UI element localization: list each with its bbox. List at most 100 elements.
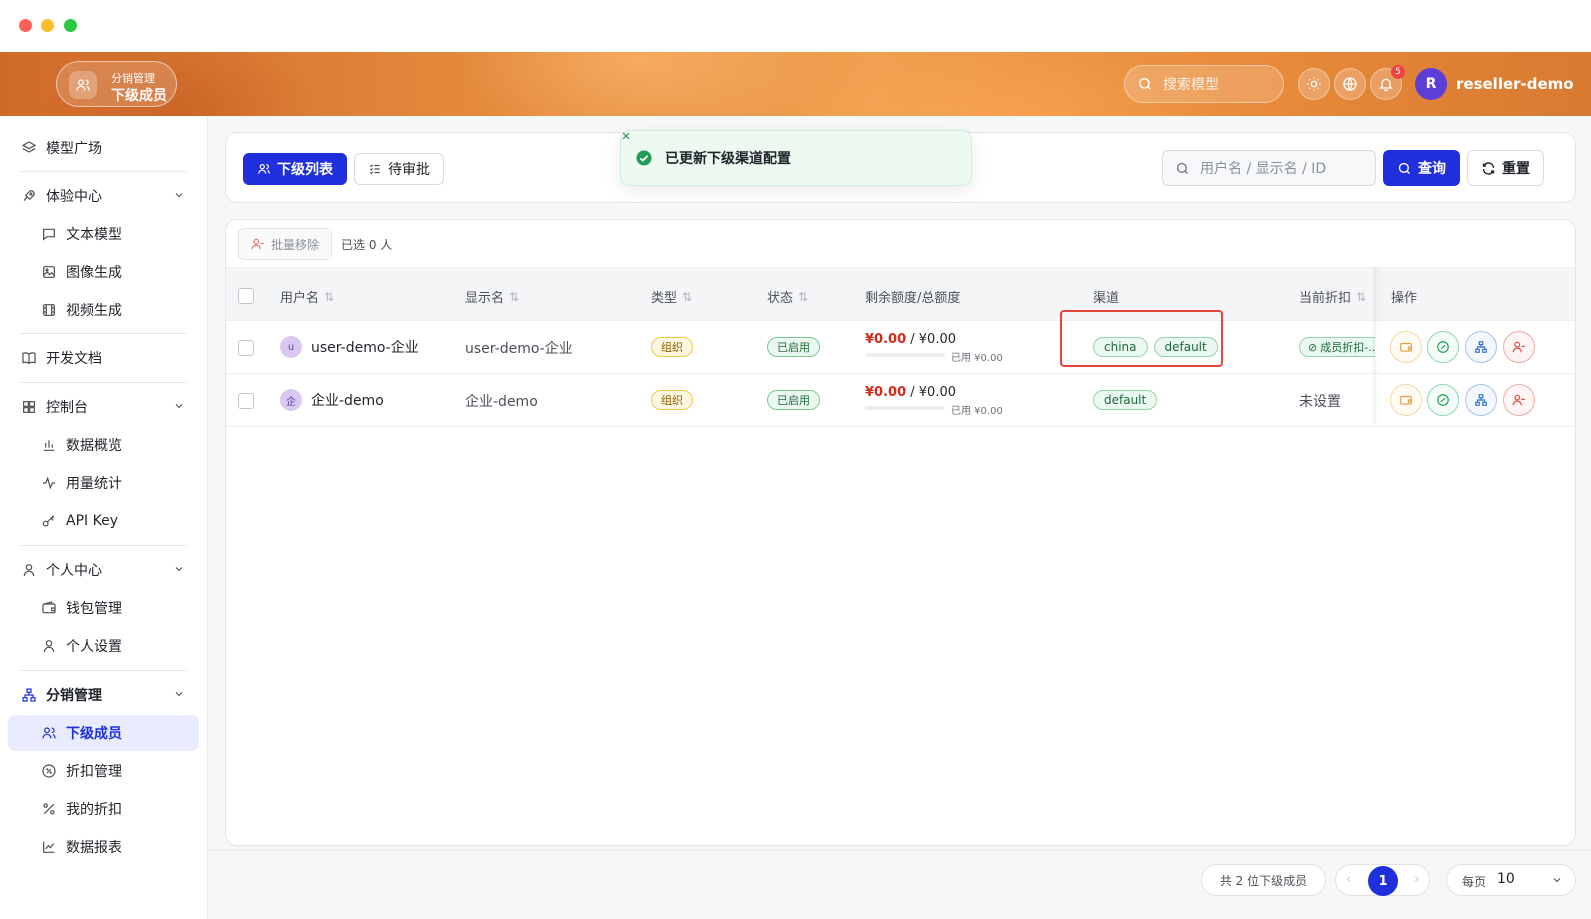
sidebar-item-discount-manage[interactable]: 折扣管理 (8, 753, 199, 789)
sort-icon: ⇅ (682, 289, 693, 304)
current-page-button[interactable]: 1 (1368, 866, 1398, 896)
recharge-wallet-button[interactable] (1390, 331, 1422, 363)
members-table-card: 批量移除 已选 0 人 用户名 ⇅ 显示名 ⇅ 类型 ⇅ 状态 ⇅ 剩余额度/总额度 渠… (225, 219, 1576, 846)
col-display-name[interactable]: 显示名 ⇅ (465, 287, 520, 307)
notifications-button[interactable]: 5 (1370, 65, 1405, 100)
select-all-checkbox[interactable] (238, 288, 254, 304)
sidebar-item-text-model[interactable]: 文本模型 (8, 216, 199, 252)
col-status[interactable]: 状态 ⇅ (767, 287, 809, 307)
set-discount-button[interactable] (1427, 384, 1459, 416)
next-page-icon[interactable]: › (1414, 872, 1419, 887)
sidebar-item-console[interactable]: 控制台 (8, 389, 199, 425)
chevron-down-icon (1553, 878, 1561, 883)
users-icon (40, 724, 58, 742)
reset-button[interactable]: 重置 (1467, 150, 1544, 186)
discount-cell: ⊘ 成员折扣-... (1299, 337, 1375, 357)
sort-icon: ⇅ (324, 289, 335, 304)
sort-icon: ⇅ (509, 289, 520, 304)
channel-config-button[interactable] (1465, 384, 1497, 416)
sidebar-item-wallet[interactable]: 钱包管理 (8, 590, 199, 626)
sidebar-item-data-overview[interactable]: 数据概览 (8, 427, 199, 463)
recharge-wallet-button[interactable] (1390, 384, 1422, 416)
set-discount-button[interactable] (1427, 331, 1459, 363)
user-minus-icon (251, 238, 264, 250)
display-name-cell: 企业-demo (465, 394, 538, 410)
sidebar-item-label: 开发文档 (46, 351, 102, 367)
sidebar-item-my-discount[interactable]: 我的折扣 (8, 791, 199, 827)
remove-member-button[interactable] (1503, 331, 1535, 363)
col-username[interactable]: 用户名 ⇅ (280, 287, 335, 307)
username-cell: u user-demo-企业 (280, 336, 419, 358)
username-text: user-demo-企业 (311, 340, 419, 356)
sidebar-item-usage-stats[interactable]: 用量统计 (8, 465, 199, 501)
sidebar-item-api-key[interactable]: API Key (8, 503, 199, 539)
user-search-input[interactable]: 用户名 / 显示名 / ID (1162, 150, 1376, 186)
batch-remove-button[interactable]: 批量移除 (238, 228, 333, 260)
sidebar-item-distribution[interactable]: 分销管理 (8, 677, 199, 713)
toast-message: 已更新下级渠道配置 (665, 151, 791, 167)
quota-progress-bar (865, 406, 945, 410)
sidebar-item-image-gen[interactable]: 图像生成 (8, 254, 199, 290)
network-icon (20, 686, 38, 704)
user-name[interactable]: reseller-demo (1456, 75, 1574, 93)
col-discount[interactable]: 当前折扣 ⇅ (1299, 287, 1366, 307)
current-page-pill[interactable]: 分销管理 下级成员 (56, 61, 177, 107)
percent-icon (40, 800, 58, 818)
user-avatar[interactable]: R (1415, 68, 1447, 100)
remaining-quota: ¥0.00 (865, 332, 907, 347)
toast-close-icon[interactable]: ✕ (619, 129, 633, 143)
prev-page-icon[interactable]: ‹ (1346, 872, 1351, 887)
sort-icon: ⇅ (798, 289, 809, 304)
pager: ‹ 1 › (1335, 864, 1430, 896)
sidebar-item-data-report[interactable]: 数据报表 (8, 829, 199, 865)
minimize-window-button[interactable] (41, 19, 54, 32)
sidebar-item-label: 模型广场 (46, 141, 102, 157)
discount-cell: 未设置 (1299, 394, 1341, 410)
theme-toggle-button[interactable] (1298, 68, 1330, 100)
remaining-quota: ¥0.00 (865, 385, 907, 400)
badge-percent-icon: ⊘ (1308, 340, 1318, 354)
status-badge: 已启用 (767, 390, 820, 410)
sidebar-item-sub-members[interactable]: 下级成员 (8, 715, 199, 751)
sidebar-item-label: API Key (66, 513, 118, 529)
notification-badge: 5 (1391, 65, 1405, 79)
sidebar-item-model-square[interactable]: 模型广场 (8, 130, 199, 166)
maximize-window-button[interactable] (64, 19, 77, 32)
film-icon (40, 301, 58, 319)
status-cell: 已启用 (767, 337, 820, 357)
sidebar-item-experience[interactable]: 体验中心 (8, 178, 199, 214)
page-size-value: 10 (1497, 871, 1515, 887)
member-avatar: 企 (280, 389, 302, 411)
total-quota: / ¥0.00 (910, 385, 956, 400)
model-search-input[interactable]: 搜索模型 (1124, 65, 1284, 103)
language-button[interactable] (1334, 68, 1366, 100)
status-cell: 已启用 (767, 390, 820, 410)
quota-cell: ¥0.00 / ¥0.00 已用 ¥0.00 (865, 332, 1003, 364)
page-size-select[interactable]: 每页 10 (1446, 864, 1576, 896)
row-checkbox[interactable] (238, 393, 254, 409)
sidebar-item-personal-center[interactable]: 个人中心 (8, 552, 199, 588)
sidebar-item-video-gen[interactable]: 视频生成 (8, 292, 199, 328)
status-badge: 已启用 (767, 337, 820, 357)
bar-chart-icon (40, 436, 58, 454)
model-search-placeholder: 搜索模型 (1163, 77, 1219, 93)
query-button[interactable]: 查询 (1383, 150, 1460, 186)
quota-cell: ¥0.00 / ¥0.00 已用 ¥0.00 (865, 385, 1003, 417)
tab-sub-list[interactable]: 下级列表 (243, 153, 347, 185)
tab-pending[interactable]: 待审批 (354, 153, 444, 185)
sidebar-item-personal-settings[interactable]: 个人设置 (8, 628, 199, 664)
chevron-down-icon (175, 404, 183, 409)
sidebar-item-label: 个人设置 (66, 639, 122, 655)
chat-icon (40, 225, 58, 243)
layers-icon (20, 139, 38, 157)
brand-subtitle: 分销管理 (111, 72, 155, 85)
col-type[interactable]: 类型 ⇅ (651, 287, 693, 307)
close-window-button[interactable] (19, 19, 32, 32)
sidebar-item-dev-docs[interactable]: 开发文档 (8, 340, 199, 376)
sidebar-item-label: 个人中心 (46, 563, 102, 579)
col-actions: 操作 (1391, 291, 1418, 306)
rocket-icon (20, 187, 38, 205)
remove-member-button[interactable] (1503, 384, 1535, 416)
row-checkbox[interactable] (238, 340, 254, 356)
channel-config-button[interactable] (1465, 331, 1497, 363)
